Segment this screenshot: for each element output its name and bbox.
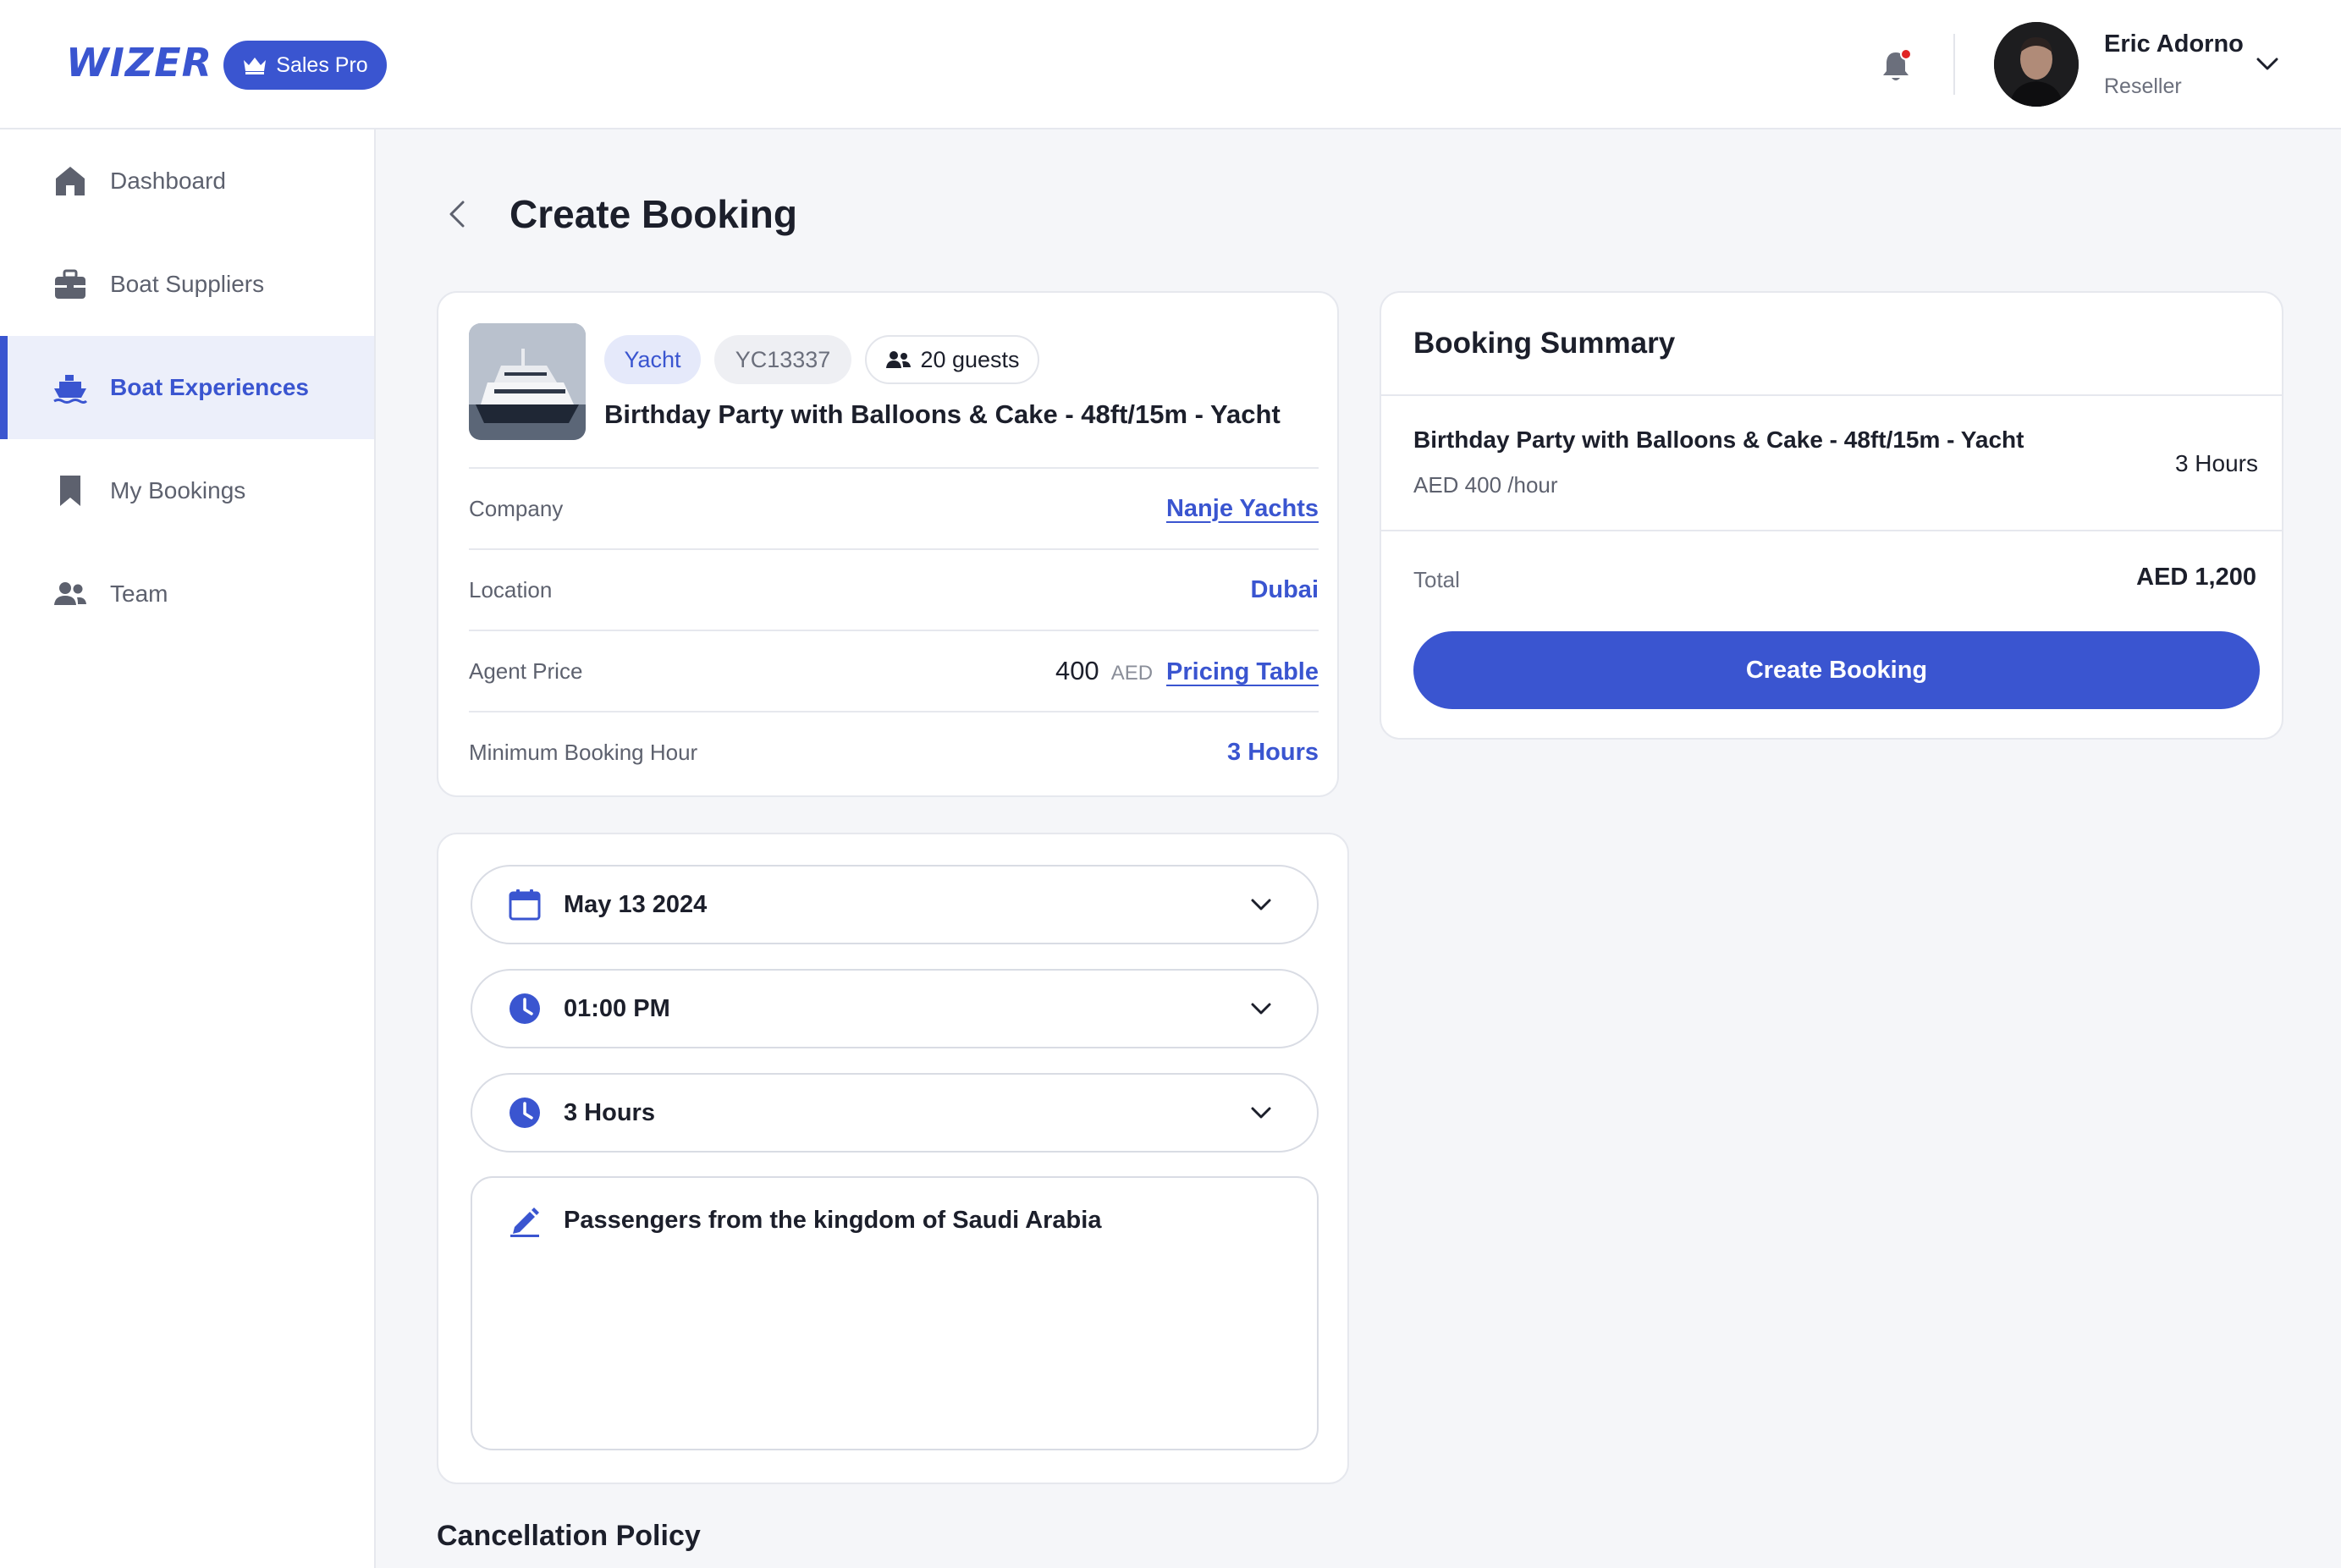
booking-form-card: May 13 2024 01:00 PM 3 Hours Passengers xyxy=(437,833,1349,1484)
location-value: Dubai xyxy=(1250,575,1319,603)
bookmark-icon xyxy=(60,476,80,506)
agent-price-value: 400 xyxy=(1055,656,1099,685)
date-value: May 13 2024 xyxy=(564,890,708,918)
home-icon xyxy=(56,167,85,195)
briefcase-icon xyxy=(55,269,85,299)
calendar-icon xyxy=(509,889,541,921)
time-value: 01:00 PM xyxy=(564,994,670,1022)
experience-title: Birthday Party with Balloons & Cake - 48… xyxy=(604,399,1281,429)
logo-text: WIZER xyxy=(66,40,213,85)
company-row: Company Nanje Yachts xyxy=(469,467,1319,548)
header-divider xyxy=(1953,34,1955,95)
code-chip: YC13337 xyxy=(714,335,851,384)
cancellation-policy-heading: Cancellation Policy xyxy=(437,1520,701,1552)
chevron-down-icon xyxy=(1251,899,1271,911)
clock-icon xyxy=(510,993,540,1024)
summary-item-rate: AED 400 /hour xyxy=(1413,472,1558,498)
location-row: Location Dubai xyxy=(469,548,1319,630)
wizer-logo[interactable]: WIZER xyxy=(66,37,212,88)
sidebar-item-label: Boat Experiences xyxy=(110,374,309,400)
booking-summary-card: Booking Summary Birthday Party with Ball… xyxy=(1380,291,2283,740)
notes-textarea[interactable]: Passengers from the kingdom of Saudi Ara… xyxy=(471,1176,1319,1450)
type-chip: Yacht xyxy=(604,335,701,384)
chevron-left-icon xyxy=(449,201,465,228)
summary-divider xyxy=(1381,394,2282,396)
time-select[interactable]: 01:00 PM xyxy=(471,969,1319,1048)
chevron-down-icon xyxy=(1251,1107,1271,1119)
duration-select[interactable]: 3 Hours xyxy=(471,1073,1319,1153)
user-photo-icon xyxy=(1994,22,2079,107)
experience-card: Yacht YC13337 20 guests Birthday Party w… xyxy=(437,291,1339,797)
users-icon xyxy=(886,351,912,368)
company-link[interactable]: Nanje Yachts xyxy=(1166,495,1319,523)
top-bar: WIZER Sales Pro Eric Adorno Reseller xyxy=(0,0,2341,129)
plan-badge: Sales Pro xyxy=(223,41,387,90)
pricing-table-link[interactable]: Pricing Table xyxy=(1166,658,1319,686)
plan-label: Sales Pro xyxy=(276,52,368,77)
min-hours-row: Minimum Booking Hour 3 Hours xyxy=(469,711,1319,792)
page-header: Create Booking xyxy=(440,184,797,244)
date-select[interactable]: May 13 2024 xyxy=(471,865,1319,944)
user-role: Reseller xyxy=(2104,74,2182,98)
sidebar-item-label: Boat Suppliers xyxy=(110,271,265,297)
guests-label: 20 guests xyxy=(920,346,1020,372)
ship-icon xyxy=(53,375,88,404)
location-label: Location xyxy=(469,576,553,602)
guests-chip: 20 guests xyxy=(865,335,1039,384)
min-hours-value: 3 Hours xyxy=(1227,738,1319,766)
page-title: Create Booking xyxy=(510,192,797,236)
min-hours-label: Minimum Booking Hour xyxy=(469,739,698,765)
summary-title: Booking Summary xyxy=(1413,327,1676,360)
chevron-down-icon xyxy=(2256,58,2278,70)
avatar[interactable] xyxy=(1994,22,2079,107)
clock-icon xyxy=(510,1098,540,1128)
summary-item-hours: 3 Hours xyxy=(2174,450,2258,476)
user-menu-toggle[interactable] xyxy=(2255,52,2280,74)
yacht-thumbnail xyxy=(469,323,586,440)
notes-value: Passengers from the kingdom of Saudi Ara… xyxy=(564,1207,1102,1234)
back-button[interactable] xyxy=(440,197,474,231)
users-icon xyxy=(54,582,86,605)
sidebar-item-my-bookings[interactable]: My Bookings xyxy=(0,439,374,542)
sidebar: Dashboard Boat Suppliers Boat Experience… xyxy=(0,129,376,1568)
user-name[interactable]: Eric Adorno xyxy=(2104,30,2244,58)
sidebar-item-boat-experiences[interactable]: Boat Experiences xyxy=(0,336,374,439)
sidebar-item-dashboard[interactable]: Dashboard xyxy=(0,129,374,233)
agent-price-label: Agent Price xyxy=(469,657,583,684)
summary-total-value: AED 1,200 xyxy=(2136,564,2256,591)
duration-value: 3 Hours xyxy=(564,1098,655,1126)
summary-total-label: Total xyxy=(1413,567,1460,592)
bell-icon xyxy=(1883,48,1912,80)
pencil-icon xyxy=(510,1208,539,1237)
crown-icon xyxy=(244,58,267,74)
create-booking-button[interactable]: Create Booking xyxy=(1413,631,2260,709)
sidebar-item-boat-suppliers[interactable]: Boat Suppliers xyxy=(0,233,374,336)
sidebar-item-team[interactable]: Team xyxy=(0,542,374,646)
agent-price-unit: AED xyxy=(1110,662,1154,685)
yacht-image-icon xyxy=(469,323,586,440)
notification-button[interactable] xyxy=(1879,47,1913,85)
summary-divider xyxy=(1381,530,2282,531)
sidebar-item-label: My Bookings xyxy=(110,477,246,503)
price-group: 400 AED Pricing Table xyxy=(1055,656,1319,686)
summary-item-name: Birthday Party with Balloons & Cake - 48… xyxy=(1413,426,2024,453)
sidebar-item-label: Dashboard xyxy=(110,168,226,194)
agent-price-row: Agent Price 400 AED Pricing Table xyxy=(469,630,1319,711)
company-label: Company xyxy=(469,495,564,521)
chevron-down-icon xyxy=(1251,1003,1271,1015)
sidebar-item-label: Team xyxy=(110,580,168,607)
